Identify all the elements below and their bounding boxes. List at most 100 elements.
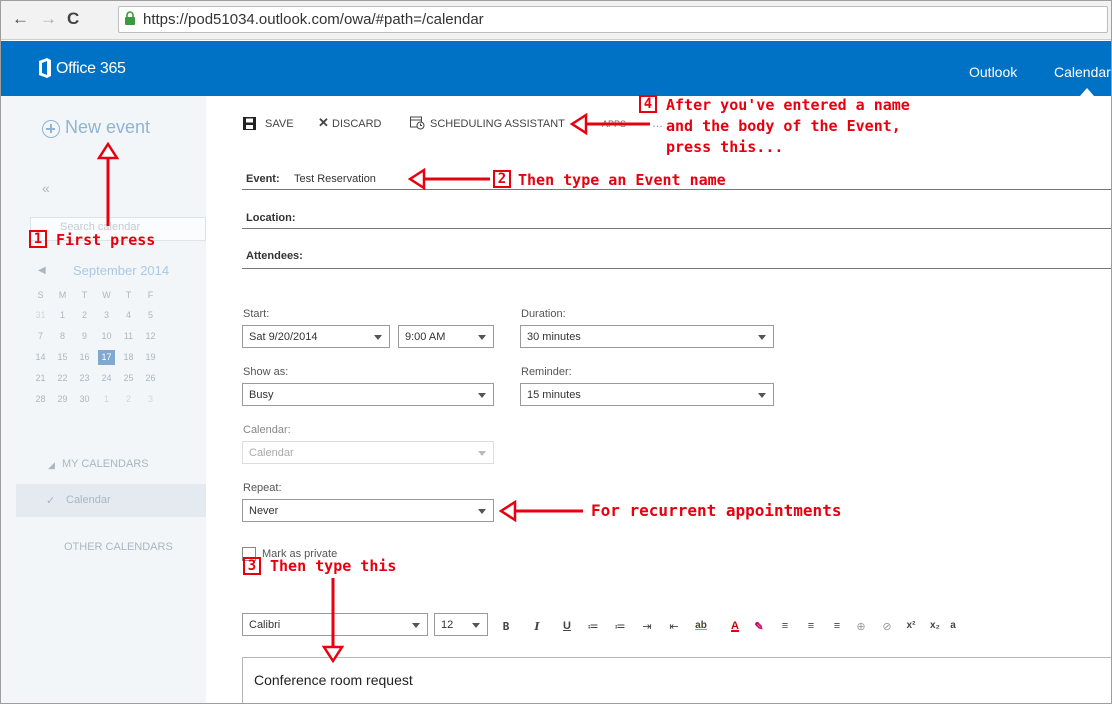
calendar-day[interactable]: 15 [54, 352, 71, 362]
close-icon[interactable]: ✕ [318, 115, 329, 131]
calendar-day[interactable]: 8 [54, 331, 71, 341]
calendar-day[interactable]: 5 [142, 310, 159, 320]
calendar-day[interactable]: 25 [120, 373, 137, 383]
calendar-day[interactable]: 7 [32, 331, 49, 341]
nav-calendar[interactable]: Calendar [1054, 64, 1111, 80]
calendar-day[interactable]: 24 [98, 373, 115, 383]
calendar-day[interactable]: 21 [32, 373, 49, 383]
more-options-icon[interactable]: … [652, 118, 663, 130]
scheduling-calendar-icon[interactable] [410, 115, 425, 130]
calendar-day[interactable]: 23 [76, 373, 93, 383]
calendar-day[interactable]: 29 [54, 394, 71, 404]
calendar-day[interactable]: 1 [98, 394, 115, 404]
discard-button[interactable]: DISCARD [332, 118, 382, 130]
calendar-day[interactable]: 16 [76, 352, 93, 362]
font-size-select[interactable]: 12 [434, 613, 488, 636]
indent-icon[interactable]: ⇥ [640, 620, 654, 633]
calendar-day[interactable]: 2 [76, 310, 93, 320]
save-button[interactable]: SAVE [265, 118, 294, 130]
italic-button[interactable]: I [530, 620, 544, 633]
calendar-day[interactable]: 28 [32, 394, 49, 404]
align-right-icon[interactable]: ≡ [830, 620, 844, 632]
duration-select[interactable]: 30 minutes [520, 325, 774, 348]
forward-arrow-icon[interactable]: → [40, 9, 57, 29]
remove-link-icon[interactable]: ⊘ [880, 620, 894, 633]
collapse-icon[interactable]: « [42, 180, 50, 196]
numbered-list-icon[interactable]: ≔ [613, 620, 627, 633]
scheduling-assistant-button[interactable]: SCHEDULING ASSISTANT [430, 118, 565, 130]
reload-icon[interactable]: C [67, 9, 79, 29]
calendar-label: Calendar: [243, 424, 291, 436]
calendar-day[interactable]: 14 [32, 352, 49, 362]
font-family-select[interactable]: Calibri [242, 613, 428, 636]
calendar-day[interactable]: 22 [54, 373, 71, 383]
chevron-down-icon [478, 393, 486, 398]
start-date-select[interactable]: Sat 9/20/2014 [242, 325, 390, 348]
calendar-day[interactable]: 19 [142, 352, 159, 362]
my-calendars-heading[interactable]: MY CALENDARS [62, 458, 149, 470]
start-label: Start: [243, 308, 270, 320]
brand-title[interactable]: Office 365 [56, 60, 126, 78]
superscript-button[interactable]: x² [904, 620, 918, 631]
attendees-label[interactable]: Attendees: [246, 250, 303, 262]
location-label[interactable]: Location: [246, 212, 296, 224]
chevron-down-icon [472, 623, 480, 628]
chevron-down-icon [758, 335, 766, 340]
outdent-icon[interactable]: ⇤ [667, 620, 681, 633]
calendar-day-today[interactable]: 17 [98, 350, 115, 365]
calendar-day[interactable]: 1 [54, 310, 71, 320]
insert-link-icon[interactable]: ⊕ [854, 620, 868, 633]
event-name-input[interactable]: Test Reservation [294, 173, 376, 185]
reminder-select[interactable]: 15 minutes [520, 383, 774, 406]
highlight-icon[interactable]: ab [694, 620, 708, 631]
chevron-down-icon [758, 393, 766, 398]
calendar-day[interactable]: 11 [120, 331, 137, 341]
repeat-label: Repeat: [243, 482, 282, 494]
other-calendars-heading[interactable]: OTHER CALENDARS [64, 541, 173, 553]
subscript-button[interactable]: x₂ [928, 620, 942, 631]
more-format-button[interactable]: a [946, 620, 960, 631]
calendar-day[interactable]: 31 [32, 310, 49, 320]
new-event-button[interactable]: New event [65, 117, 150, 138]
calendar-value: Calendar [249, 447, 294, 459]
calendar-select: Calendar [242, 441, 494, 464]
url-text: https://pod51034.outlook.com/owa/#path=/… [143, 11, 484, 28]
weekday-label: W [102, 290, 111, 300]
step-4-badge: 4 [639, 95, 657, 113]
step-1-text: First press [56, 231, 156, 249]
calendar-list-item-selected[interactable] [16, 484, 206, 517]
font-family-value: Calibri [249, 619, 281, 631]
back-arrow-icon[interactable]: ← [12, 9, 29, 29]
prev-month-icon[interactable]: ◀ [38, 265, 46, 276]
bullet-list-icon[interactable]: ≔ [586, 620, 600, 633]
calendar-day[interactable]: 26 [142, 373, 159, 383]
save-icon[interactable] [243, 117, 256, 130]
calendar-day[interactable]: 10 [98, 331, 115, 341]
start-date-value: Sat 9/20/2014 [249, 331, 318, 343]
month-title[interactable]: September 2014 [73, 263, 169, 278]
calendar-day[interactable]: 3 [98, 310, 115, 320]
apps-button[interactable]: APPS [602, 119, 626, 129]
calendar-day[interactable]: 30 [76, 394, 93, 404]
start-time-select[interactable]: 9:00 AM [398, 325, 494, 348]
expand-triangle-icon[interactable]: ◢ [48, 460, 55, 471]
nav-outlook[interactable]: Outlook [969, 64, 1017, 80]
repeat-select[interactable]: Never [242, 499, 494, 522]
calendar-day[interactable]: 18 [120, 352, 137, 362]
calendar-day[interactable]: 4 [120, 310, 137, 320]
align-center-icon[interactable]: ≡ [804, 620, 818, 632]
plus-circle-icon[interactable] [42, 120, 60, 138]
calendar-day[interactable]: 2 [120, 394, 137, 404]
show-as-label: Show as: [243, 366, 289, 378]
calendar-day[interactable]: 9 [76, 331, 93, 341]
weekday-label: S [37, 290, 44, 300]
calendar-list-item-label[interactable]: Calendar [66, 494, 111, 506]
bold-button[interactable]: B [499, 620, 513, 633]
clear-format-icon[interactable]: ✎ [752, 620, 766, 633]
align-left-icon[interactable]: ≡ [778, 620, 792, 632]
show-as-select[interactable]: Busy [242, 383, 494, 406]
calendar-day[interactable]: 12 [142, 331, 159, 341]
underline-button[interactable]: U [560, 620, 574, 632]
font-color-icon[interactable]: A [728, 620, 742, 632]
calendar-day[interactable]: 3 [142, 394, 159, 404]
